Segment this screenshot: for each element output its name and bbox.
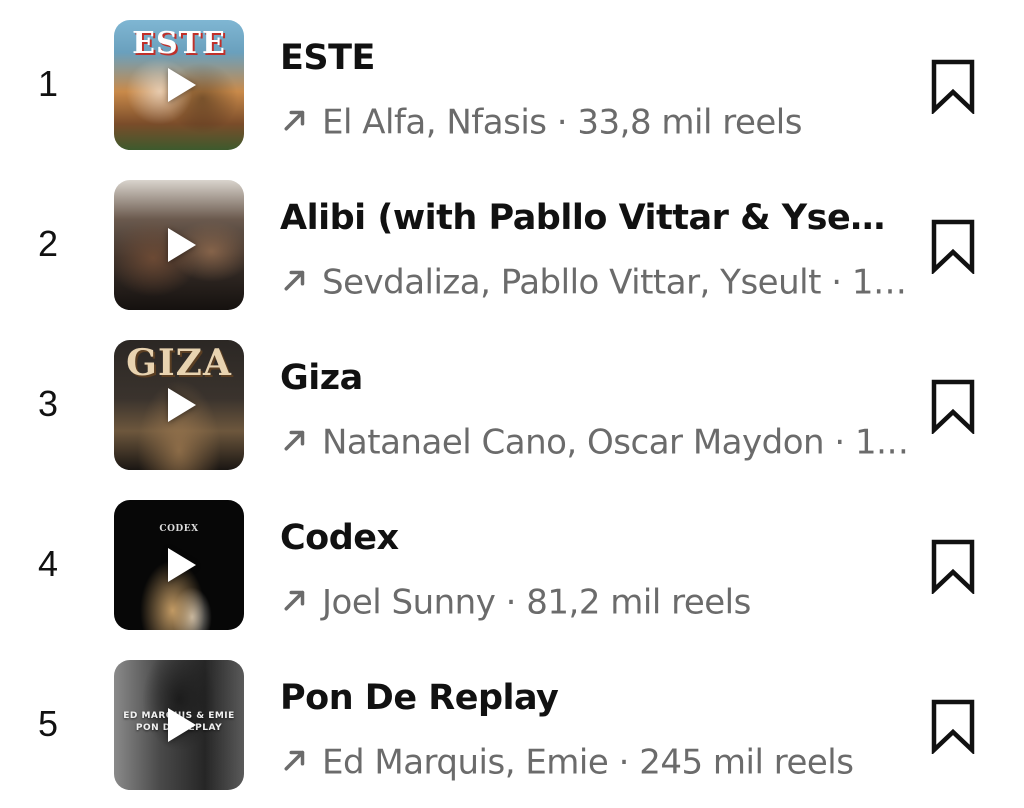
- play-icon[interactable]: [168, 388, 196, 422]
- track-rank: 2: [38, 223, 59, 264]
- track-rank: 4: [38, 543, 59, 584]
- bookmark-icon[interactable]: [928, 698, 978, 754]
- trending-up-arrow-icon: [284, 750, 305, 770]
- album-cover-title: CODEX: [159, 524, 199, 534]
- trending-audio-list: 1 ESTE ESTE El Alfa, Nfasis · 33,8 mil r…: [0, 0, 1024, 808]
- track-title: Pon De Replay: [280, 678, 559, 718]
- track-artists-and-count: Sevdaliza, Pabllo Vittar, Yseult · 1…: [322, 262, 907, 303]
- bookmark-icon[interactable]: [928, 538, 978, 594]
- album-cover[interactable]: CODEX: [114, 500, 244, 630]
- track-title: Giza: [280, 358, 363, 398]
- track-artists-and-count: Joel Sunny · 81,2 mil reels: [322, 582, 751, 623]
- trending-up-arrow-icon: [284, 270, 305, 290]
- track-artists-and-count: Ed Marquis, Emie · 245 mil reels: [322, 742, 854, 783]
- track-row[interactable]: 1 ESTE ESTE El Alfa, Nfasis · 33,8 mil r…: [0, 20, 1024, 160]
- play-icon[interactable]: [168, 548, 196, 582]
- track-rank: 3: [38, 383, 59, 424]
- track-meta: Ed Marquis, Emie · 245 mil reels: [280, 738, 908, 784]
- track-meta: Joel Sunny · 81,2 mil reels: [280, 578, 908, 624]
- play-icon[interactable]: [168, 708, 196, 742]
- track-row[interactable]: 4 CODEX Codex Joel Sunny · 81,2 mil reel…: [0, 500, 1024, 640]
- bookmark-icon[interactable]: [928, 218, 978, 274]
- track-rank: 1: [38, 63, 59, 104]
- track-rank: 5: [38, 703, 59, 744]
- track-row[interactable]: 5 ED MARQUIS & EMIE PON DE REPLAY Pon De…: [0, 660, 1024, 800]
- album-cover-title: ESTE: [132, 26, 226, 61]
- track-artists-and-count: Natanael Cano, Oscar Maydon · 1.…: [322, 422, 908, 463]
- bookmark-icon[interactable]: [928, 58, 978, 114]
- trending-up-arrow-icon: [284, 110, 305, 130]
- album-cover[interactable]: [114, 180, 244, 310]
- album-cover-title: GIZA: [126, 342, 232, 384]
- track-meta: El Alfa, Nfasis · 33,8 mil reels: [280, 98, 908, 144]
- track-title: ESTE: [280, 38, 375, 78]
- track-artists-and-count: El Alfa, Nfasis · 33,8 mil reels: [322, 102, 802, 143]
- bookmark-icon[interactable]: [928, 378, 978, 434]
- album-cover[interactable]: GIZA: [114, 340, 244, 470]
- track-row[interactable]: 2 Alibi (with Pabllo Vittar & Yseult) Se…: [0, 180, 1024, 320]
- album-cover[interactable]: ED MARQUIS & EMIE PON DE REPLAY: [114, 660, 244, 790]
- album-cover[interactable]: ESTE: [114, 20, 244, 150]
- play-icon[interactable]: [168, 68, 196, 102]
- track-title: Codex: [280, 518, 399, 558]
- trending-up-arrow-icon: [284, 590, 305, 610]
- track-title: Alibi (with Pabllo Vittar & Yseult): [280, 198, 900, 238]
- trending-up-arrow-icon: [284, 430, 305, 450]
- track-row[interactable]: 3 GIZA Giza Natanael Cano, Oscar Maydon …: [0, 340, 1024, 480]
- play-icon[interactable]: [168, 228, 196, 262]
- track-meta: Natanael Cano, Oscar Maydon · 1.…: [280, 418, 908, 464]
- track-meta: Sevdaliza, Pabllo Vittar, Yseult · 1…: [280, 258, 908, 304]
